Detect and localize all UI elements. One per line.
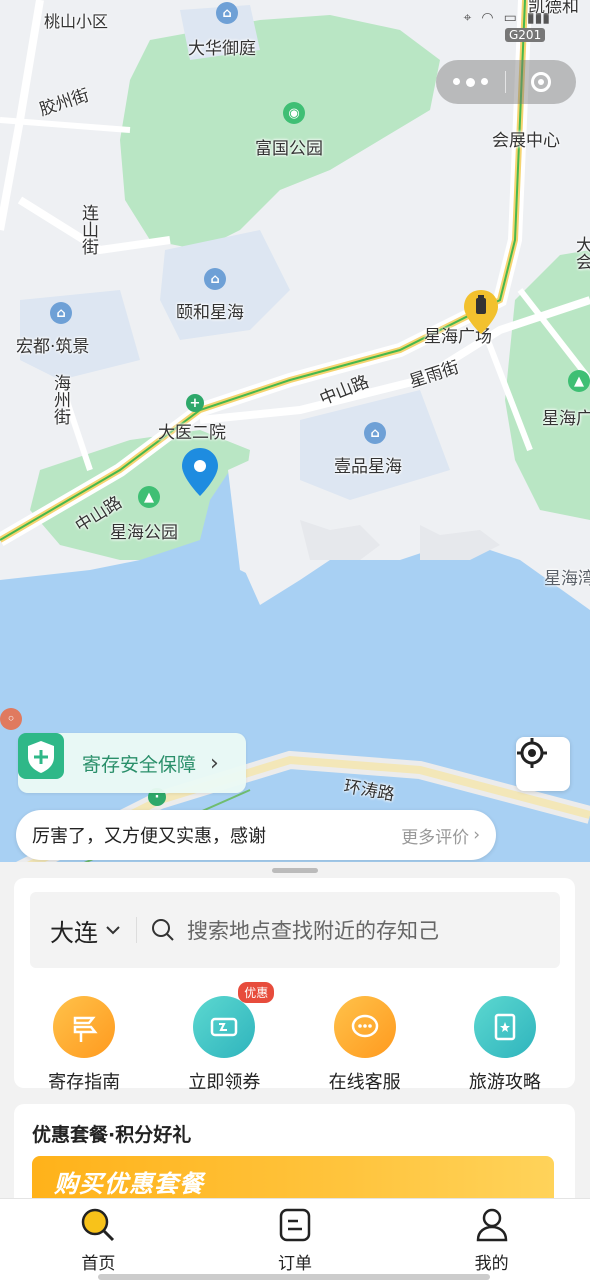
tab-label: 订单: [278, 1254, 312, 1274]
shield-plus-icon: [18, 733, 64, 786]
quick-item-guide[interactable]: 寄存指南: [14, 996, 154, 1094]
profile-icon: [476, 1208, 507, 1242]
quick-item-service[interactable]: 在线客服: [295, 996, 435, 1094]
wifi-icon: ◠: [481, 10, 494, 26]
hospital-poi-icon[interactable]: +: [186, 394, 204, 412]
banner-text: 购买优惠套餐: [54, 1170, 204, 1198]
guidebook-icon: [473, 996, 536, 1058]
locate-me-button[interactable]: [516, 737, 570, 791]
chevron-down-icon[interactable]: [106, 923, 120, 937]
storage-point-pin-icon[interactable]: [464, 290, 498, 336]
storage-safety-banner[interactable]: 寄存安全保障 ›: [18, 733, 246, 793]
city-selector[interactable]: 大连: [50, 913, 98, 948]
tab-bar: 首页 订单 我的: [0, 1198, 590, 1280]
map-view[interactable]: ⌖ ◠ ▭ ▮▮▮ 桃山小区 凯德和 大华御庭 胶州街 富国公园 会展中心 G2…: [0, 0, 590, 990]
tab-orders[interactable]: 订单: [197, 1199, 394, 1280]
map-label: 星海公园: [110, 523, 178, 543]
park-poi-icon[interactable]: ◉: [283, 102, 305, 124]
map-label: 凯德和: [528, 0, 579, 17]
map-label: 大医二院: [158, 423, 226, 443]
map-label: 星海广: [542, 409, 590, 429]
chat-icon: [333, 996, 396, 1058]
chevron-right-icon: ›: [473, 825, 480, 845]
residence-poi-icon[interactable]: ⌂: [216, 2, 238, 24]
signpost-icon: [53, 996, 116, 1058]
map-label: 壹品星海: [334, 457, 402, 477]
residence-poi-icon[interactable]: ⌂: [204, 268, 226, 290]
quick-item-coupon[interactable]: 优惠 立即领券: [154, 982, 294, 1094]
map-label: 宏都·筑景: [16, 337, 90, 357]
search-card: 大连 搜索地点查找附近的存知己 寄存指南 优惠 立即领券 在线客服 旅游攻略: [14, 878, 575, 1093]
residence-poi-icon[interactable]: ⌂: [50, 302, 72, 324]
sheet-drag-handle[interactable]: [272, 868, 318, 873]
quick-label: 旅游攻略: [468, 1072, 541, 1093]
museum-poi-icon[interactable]: ◦: [0, 708, 22, 730]
review-quote: 厉害了，又方便又实惠，感谢: [32, 826, 266, 847]
discount-badge: 优惠: [238, 982, 275, 1003]
quick-label: 寄存指南: [48, 1072, 121, 1093]
map-label: 桃山小区: [44, 12, 109, 31]
park-poi-icon[interactable]: ▲: [138, 486, 160, 508]
hd-icon: ▭: [503, 10, 517, 26]
divider: [136, 917, 137, 943]
map-label: 颐和星海: [176, 303, 244, 323]
map-label: 连山街: [78, 204, 98, 255]
quick-label: 在线客服: [328, 1072, 401, 1093]
review-ticker[interactable]: 厉害了，又方便又实惠，感谢 更多评价 ›: [16, 810, 496, 860]
quick-item-travel[interactable]: 旅游攻略: [435, 996, 575, 1094]
search-bar: 大连 搜索地点查找附近的存知己: [30, 892, 560, 968]
map-label: 大会: [572, 236, 590, 270]
tab-home[interactable]: 首页: [0, 1199, 197, 1280]
current-location-pin-icon[interactable]: [182, 448, 218, 498]
chevron-right-icon: ›: [210, 750, 219, 776]
order-icon: [279, 1208, 311, 1242]
search-home-icon: [82, 1208, 115, 1242]
map-label: 会展中心: [492, 131, 560, 151]
miniprogram-capsule: [436, 60, 576, 104]
search-icon: [152, 919, 174, 941]
residence-poi-icon[interactable]: ⌂: [364, 422, 386, 444]
quick-label: 立即领券: [188, 1072, 261, 1093]
location-status-icon: ⌖: [463, 10, 472, 26]
app-screen: ⌖ ◠ ▭ ▮▮▮ 桃山小区 凯德和 大华御庭 胶州街 富国公园 会展中心 G2…: [0, 0, 590, 1280]
home-indicator: [98, 1274, 490, 1280]
safety-label: 寄存安全保障: [82, 753, 197, 776]
map-label: 海州街: [50, 374, 70, 425]
tab-profile[interactable]: 我的: [393, 1199, 590, 1280]
ticket-icon: [193, 996, 256, 1058]
road-badge: G201: [505, 28, 546, 42]
promo-title: 优惠套餐·积分好礼: [32, 1124, 192, 1146]
more-reviews-link[interactable]: 更多评价: [401, 823, 469, 848]
map-label: 星海湾: [544, 569, 590, 589]
search-input[interactable]: 搜索地点查找附近的存知己: [187, 915, 439, 945]
more-dots-icon[interactable]: [436, 77, 505, 87]
quick-actions: 寄存指南 优惠 立即领券 在线客服 旅游攻略: [14, 982, 575, 1094]
tab-label: 我的: [474, 1254, 509, 1274]
crosshair-icon: [517, 738, 547, 768]
tab-label: 首页: [81, 1254, 116, 1274]
target-circle-icon[interactable]: [506, 72, 576, 92]
map-label: 富国公园: [255, 139, 323, 159]
map-label: 大华御庭: [188, 39, 256, 59]
park-poi-icon[interactable]: ▲: [568, 370, 590, 392]
